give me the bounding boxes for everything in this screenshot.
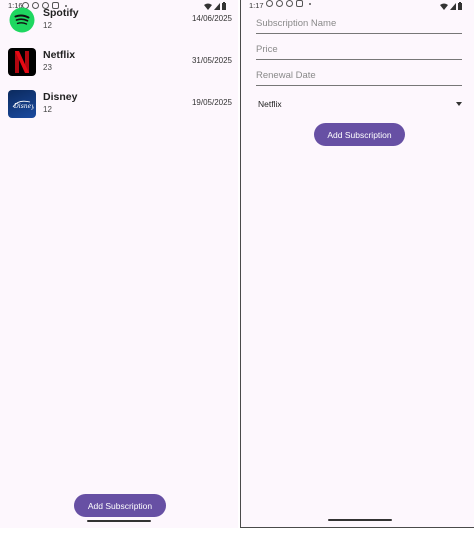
status-bar: 1:17 bbox=[241, 0, 474, 12]
status-time: 1:17 bbox=[249, 1, 264, 10]
add-subscription-button[interactable]: Add Subscription bbox=[74, 494, 166, 517]
disney-logo: Disney+ bbox=[8, 90, 36, 118]
shield-icon bbox=[286, 0, 293, 7]
gesture-nav-bar[interactable] bbox=[328, 519, 392, 521]
service-dropdown-value: Netflix bbox=[258, 99, 282, 109]
add-subscription-screen: 1:17 Subscription Name Price Renewal Dat… bbox=[240, 0, 474, 528]
renewal-date-field[interactable]: Renewal Date bbox=[256, 66, 462, 86]
notification-icon bbox=[266, 0, 273, 7]
spotify-logo bbox=[8, 6, 36, 34]
price-placeholder: Price bbox=[256, 44, 278, 55]
subscription-count: 23 bbox=[43, 63, 52, 72]
subscription-date: 31/05/2025 bbox=[191, 56, 232, 65]
price-field[interactable]: Price bbox=[256, 40, 462, 60]
chevron-down-icon[interactable] bbox=[456, 102, 462, 106]
list-item-disney[interactable]: Disney+ Disney 12 19/05/2025 bbox=[8, 90, 234, 120]
svg-text:Disney+: Disney+ bbox=[13, 103, 34, 110]
subscription-date: 19/05/2025 bbox=[191, 98, 232, 107]
service-dropdown[interactable]: Netflix bbox=[258, 97, 462, 113]
list-item-spotify[interactable]: Spotify 12 14/06/2025 bbox=[8, 6, 234, 36]
list-item-netflix[interactable]: Netflix 23 31/05/2025 bbox=[8, 48, 234, 78]
status-notification-icons bbox=[266, 0, 311, 7]
subscription-name-placeholder: Subscription Name bbox=[256, 18, 337, 29]
battery-icon bbox=[458, 2, 462, 10]
subscription-count: 12 bbox=[43, 105, 52, 114]
subscription-name: Disney bbox=[43, 91, 78, 103]
gesture-nav-bar[interactable] bbox=[87, 520, 151, 522]
add-subscription-button[interactable]: Add Subscription bbox=[314, 123, 405, 146]
subscription-count: 12 bbox=[43, 21, 52, 30]
signal-icon bbox=[450, 2, 456, 10]
status-system-icons bbox=[440, 2, 462, 10]
settings-icon bbox=[276, 0, 283, 7]
subscription-date: 14/06/2025 bbox=[191, 14, 232, 23]
subscription-name: Spotify bbox=[43, 7, 79, 19]
wifi-icon bbox=[440, 3, 448, 10]
subscription-name: Netflix bbox=[43, 49, 76, 61]
subscription-name-field[interactable]: Subscription Name bbox=[256, 14, 462, 34]
more-dot-icon bbox=[309, 2, 311, 5]
netflix-logo bbox=[8, 48, 36, 76]
renewal-date-placeholder: Renewal Date bbox=[256, 70, 316, 81]
subscription-list-screen: 1:16 Spotify 12 14/06/2025 Netflix 23 31… bbox=[0, 0, 238, 528]
clipboard-icon bbox=[296, 0, 303, 7]
